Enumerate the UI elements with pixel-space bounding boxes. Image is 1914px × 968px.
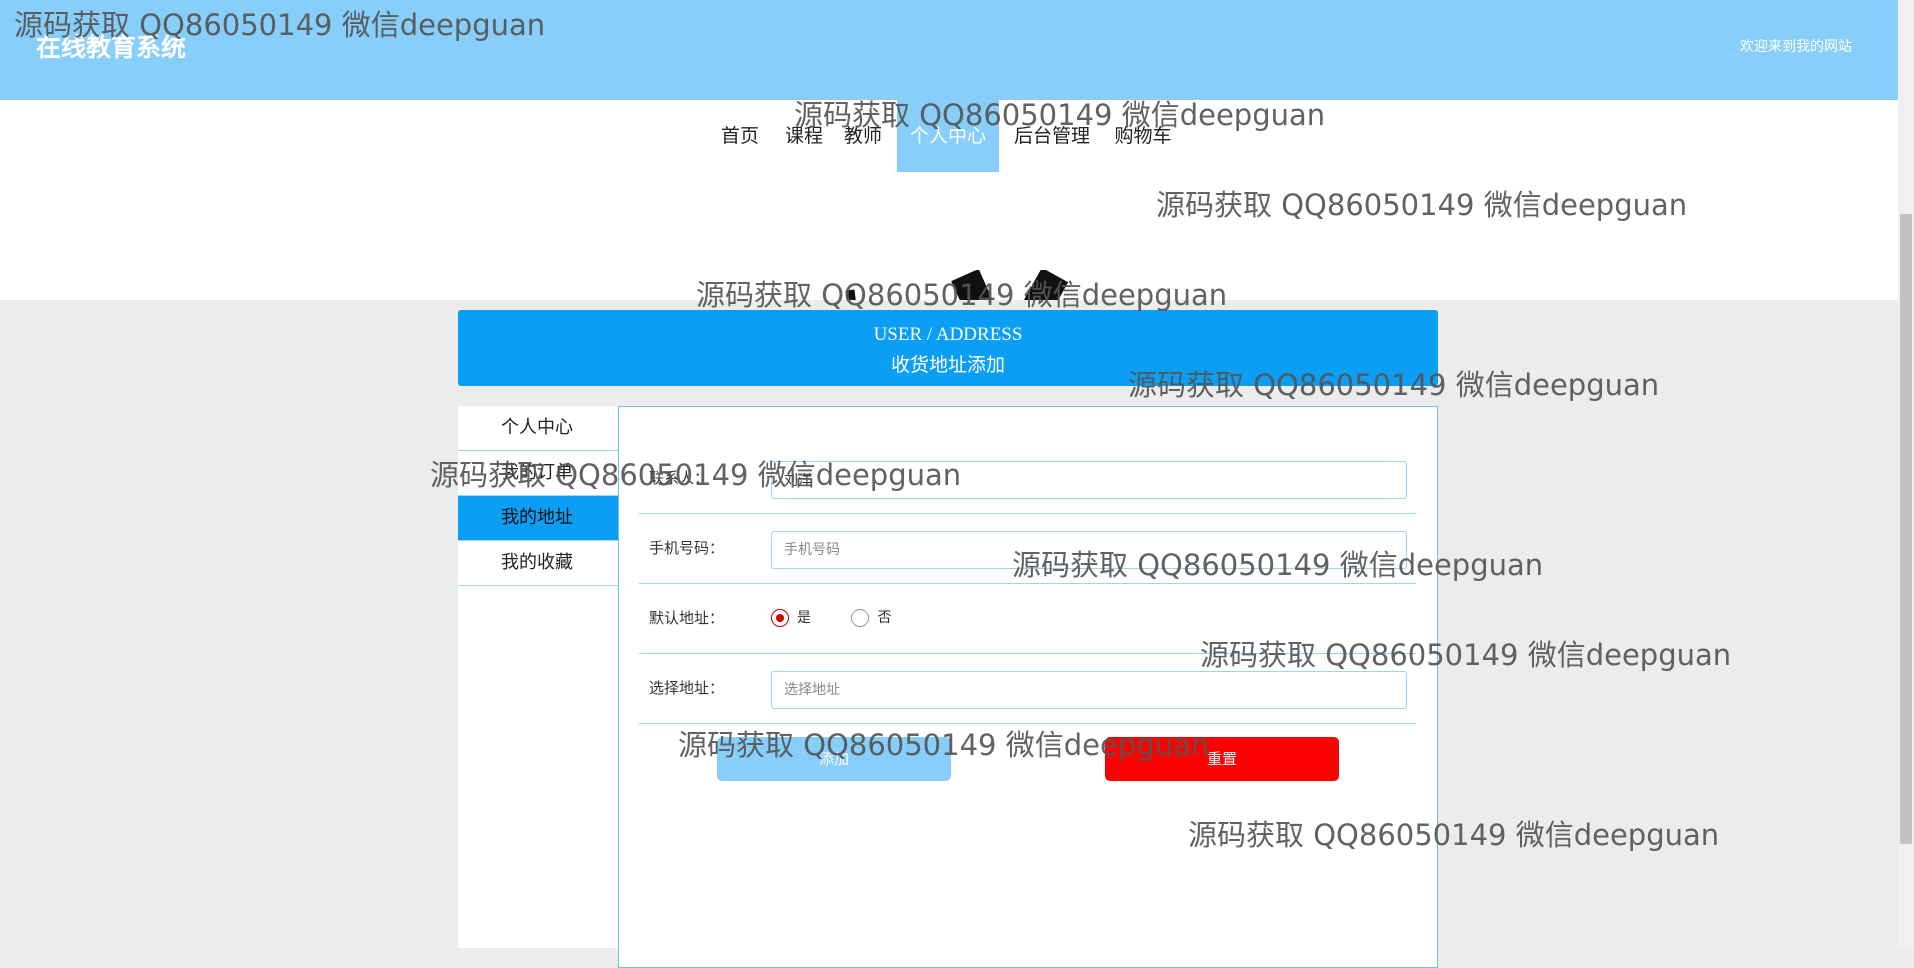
default-no-radio[interactable] <box>851 609 870 627</box>
nav-home[interactable]: 首页 <box>716 100 764 172</box>
reset-button[interactable]: 重置 <box>1105 737 1339 781</box>
phone-input[interactable] <box>771 531 1407 569</box>
page-scrollbar[interactable] <box>1898 0 1914 948</box>
side-menu-favorites[interactable]: 我的收藏 <box>458 541 618 586</box>
contact-label: 联系人： <box>649 469 710 487</box>
nav-courses[interactable]: 课程 <box>780 100 828 172</box>
phone-label: 手机号码： <box>649 539 725 557</box>
banner-image <box>845 270 1069 300</box>
default-no-label[interactable]: 否 <box>877 610 891 626</box>
default-address-row: 默认地址： 是 否 <box>639 583 1416 654</box>
side-menu-orders[interactable]: 我的订单 <box>458 451 618 496</box>
address-select-label: 选择地址： <box>649 679 725 697</box>
address-form: 联系人： 手机号码： 默认地址： 是 否 选择地址： 添加 重置 <box>618 406 1438 968</box>
site-header: 在线教育系统 欢迎来到我的网站 <box>0 0 1898 100</box>
section-title-cn: 收货地址添加 <box>890 355 1005 376</box>
welcome-text: 欢迎来到我的网站 <box>1740 39 1852 55</box>
contact-input[interactable] <box>771 461 1407 499</box>
default-address-radio-group: 是 否 <box>771 583 927 653</box>
section-header: USER / ADDRESS 收货地址添加 <box>458 310 1438 386</box>
nav-teachers[interactable]: 教师 <box>838 100 888 172</box>
site-title: 在线教育系统 <box>36 33 187 62</box>
phone-row: 手机号码： <box>639 513 1416 584</box>
side-menu-addresses[interactable]: 我的地址 <box>458 496 618 541</box>
address-select-row: 选择地址： <box>639 653 1416 724</box>
default-address-label: 默认地址： <box>649 609 725 627</box>
contact-row: 联系人： <box>639 443 1416 514</box>
side-menu: 个人中心 我的订单 我的地址 我的收藏 <box>458 406 618 948</box>
section-title-en: USER / ADDRESS <box>873 324 1023 345</box>
nav-cart[interactable]: 购物车 <box>1110 100 1176 172</box>
main-nav: 首页 课程 教师 个人中心 后台管理 购物车 <box>0 100 1898 172</box>
nav-personal-center[interactable]: 个人中心 <box>897 100 999 172</box>
scrollbar-thumb[interactable] <box>1900 214 1912 844</box>
default-yes-radio[interactable] <box>771 609 789 627</box>
add-button[interactable]: 添加 <box>717 737 951 781</box>
address-select-input[interactable] <box>771 671 1407 709</box>
default-yes-label[interactable]: 是 <box>797 610 811 626</box>
nav-admin[interactable]: 后台管理 <box>1008 100 1096 172</box>
side-menu-personal-center[interactable]: 个人中心 <box>458 406 618 451</box>
